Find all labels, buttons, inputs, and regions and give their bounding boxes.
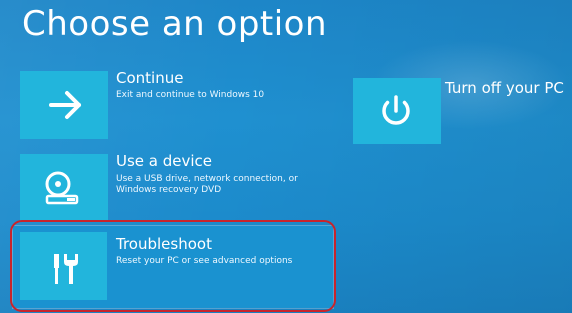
tools-icon [54, 254, 78, 284]
continue-title: Continue [116, 69, 184, 87]
troubleshoot-option[interactable]: Troubleshoot Reset your PC or see advanc… [12, 225, 334, 309]
troubleshoot-tile[interactable] [20, 232, 107, 300]
power-icon [382, 95, 410, 125]
use-device-title: Use a device [116, 152, 213, 170]
use-device-tile[interactable] [20, 154, 108, 222]
recovery-screen: Choose an option Continue Exit and conti… [0, 0, 572, 313]
turn-off-tile[interactable] [353, 78, 441, 144]
troubleshoot-description: Reset your PC or see advanced options [116, 256, 293, 266]
arrow-right-icon [49, 91, 81, 119]
troubleshoot-title: Troubleshoot [116, 235, 212, 253]
turn-off-title: Turn off your PC [445, 79, 564, 97]
continue-tile[interactable] [20, 71, 108, 139]
page-title: Choose an option [22, 4, 328, 44]
continue-description: Exit and continue to Windows 10 [116, 90, 265, 100]
disc-drive-icon [45, 171, 79, 205]
use-device-description: Use a USB drive, network connection, or … [116, 174, 298, 195]
